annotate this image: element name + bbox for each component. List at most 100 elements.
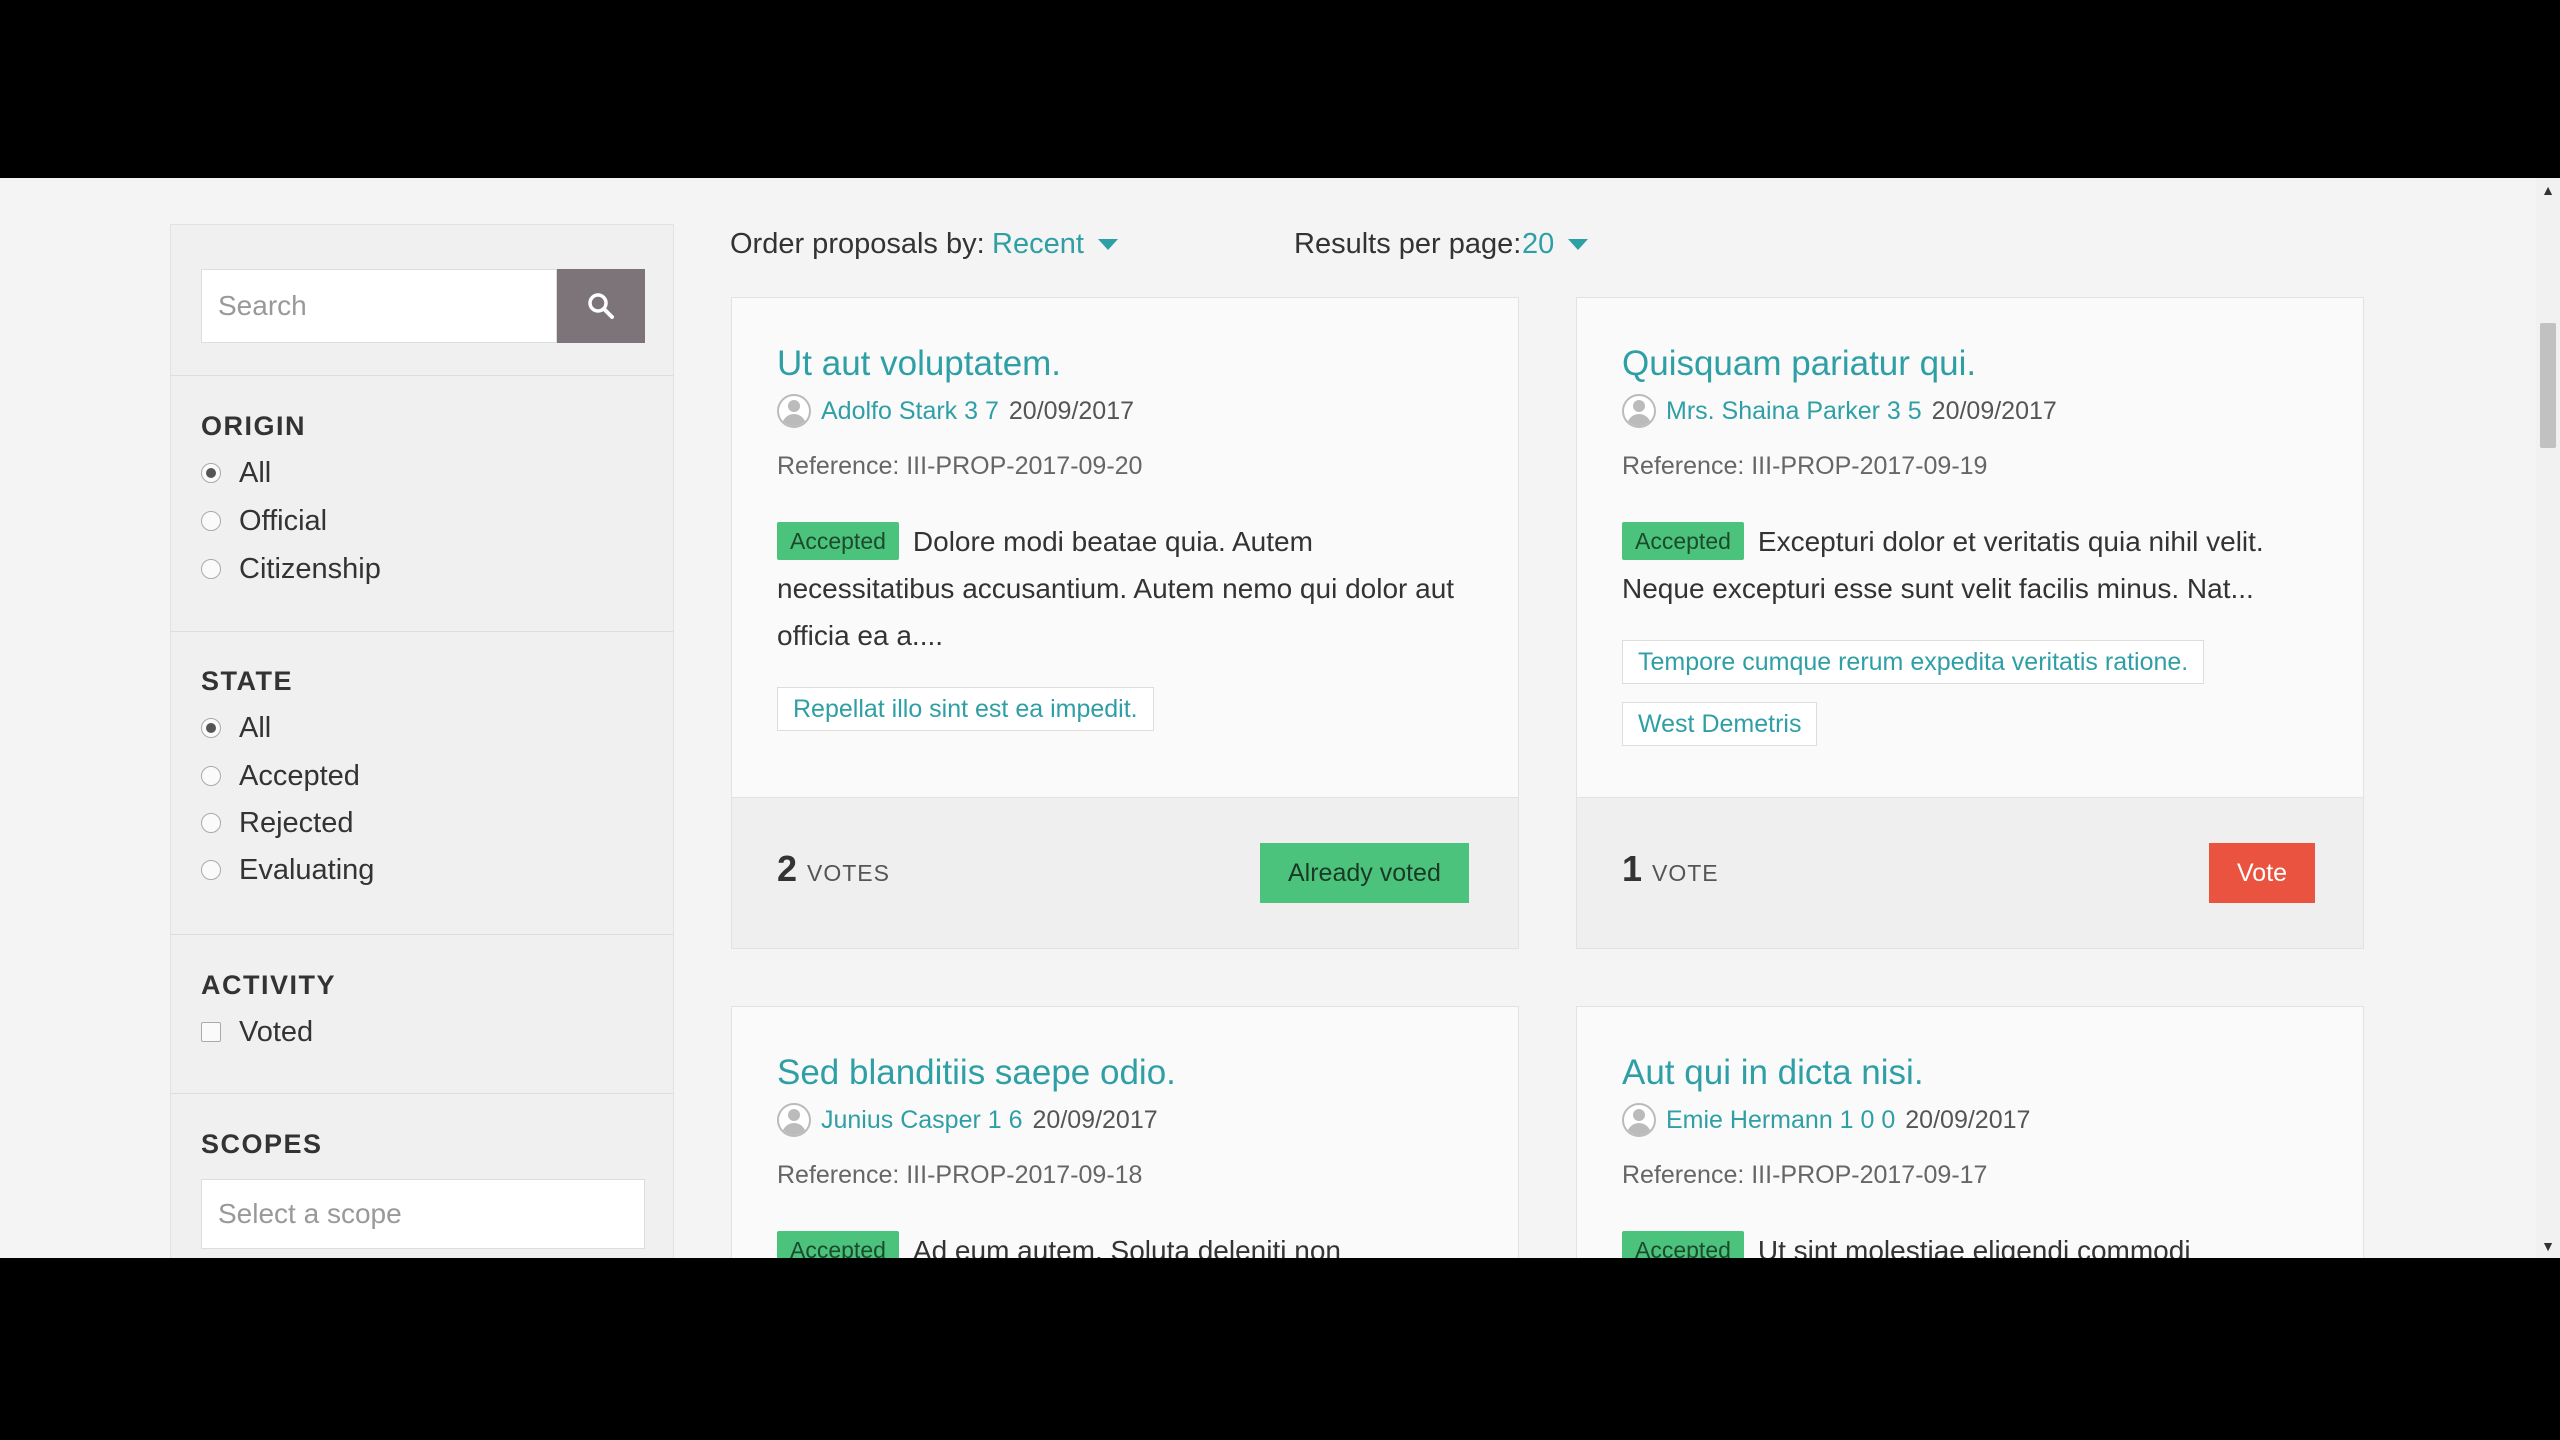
proposal-tag[interactable]: Repellat illo sint est ea impedit. xyxy=(777,687,1154,731)
radio-button[interactable] xyxy=(201,463,221,483)
proposal-tag[interactable]: West Demetris xyxy=(1622,702,1818,746)
per-page-label: Results per page: xyxy=(1294,228,1522,260)
proposal-card: Quisquam pariatur qui. Mrs. Shaina Parke… xyxy=(1576,297,2364,949)
state-option-accepted[interactable]: Accepted xyxy=(201,756,360,796)
search-form xyxy=(201,269,645,343)
proposal-reference: Reference: III-PROP-2017-09-18 xyxy=(777,1161,1143,1189)
proposal-title[interactable]: Quisquam pariatur qui. xyxy=(1622,344,1976,384)
origin-filter-title: ORIGIN xyxy=(201,411,307,441)
radio-button[interactable] xyxy=(201,813,221,833)
votes-number: 1 xyxy=(1622,848,1643,889)
scope-select[interactable]: Select a scope xyxy=(201,1179,645,1249)
radio-button[interactable] xyxy=(201,559,221,579)
state-filter-title: STATE xyxy=(201,666,293,696)
search-icon xyxy=(588,293,614,319)
author-row: Adolfo Stark 3 7 20/09/2017 xyxy=(777,394,1134,428)
search-button[interactable] xyxy=(557,269,645,343)
status-badge: Accepted xyxy=(1622,1231,1744,1258)
proposal-reference: Reference: III-PROP-2017-09-20 xyxy=(777,452,1143,480)
scroll-thumb[interactable] xyxy=(2540,323,2556,448)
caret-down-icon xyxy=(1097,239,1118,250)
author-name[interactable]: Junius Casper 1 6 xyxy=(821,1106,1023,1135)
card-footer: 2 VOTES Already voted xyxy=(732,797,1518,948)
avatar-icon xyxy=(777,1103,811,1137)
votes-number: 2 xyxy=(777,848,798,889)
author-row: Mrs. Shaina Parker 3 5 20/09/2017 xyxy=(1622,394,2057,428)
scopes-filter-title: SCOPES xyxy=(201,1129,323,1159)
arrow-down-icon[interactable]: ▼ xyxy=(2536,1234,2560,1258)
option-label: Citizenship xyxy=(239,552,381,585)
author-name[interactable]: Emie Hermann 1 0 0 xyxy=(1666,1106,1895,1135)
author-name[interactable]: Adolfo Stark 3 7 xyxy=(821,397,999,426)
state-option-all[interactable]: All xyxy=(201,708,271,748)
option-label: All xyxy=(239,711,272,744)
votes-count: 1 VOTE xyxy=(1622,848,1719,890)
proposal-reference: Reference: III-PROP-2017-09-19 xyxy=(1622,452,1988,480)
per-page-dropdown[interactable]: 20 xyxy=(1522,228,1589,261)
proposal-card: Ut aut voluptatem. Adolfo Stark 3 7 20/0… xyxy=(731,297,1519,949)
arrow-up-icon[interactable]: ▲ xyxy=(2536,178,2560,202)
proposal-tag[interactable]: Tempore cumque rerum expedita veritatis … xyxy=(1622,640,2205,684)
order-value: Recent xyxy=(992,228,1084,260)
proposal-body: Accepted Dolore modi beatae quia. Autem n… xyxy=(777,518,1482,659)
option-label: Rejected xyxy=(239,806,354,839)
author-row: Emie Hermann 1 0 0 20/09/2017 xyxy=(1622,1103,2030,1137)
activity-option-voted[interactable]: Voted xyxy=(201,1012,313,1052)
proposal-excerpt: Ad eum autem. Soluta deleniti non xyxy=(912,1235,1341,1258)
proposal-reference: Reference: III-PROP-2017-09-17 xyxy=(1622,1161,1988,1189)
votes-label: VOTE xyxy=(1652,860,1719,886)
proposal-date: 20/09/2017 xyxy=(1931,396,2057,425)
checkbox[interactable] xyxy=(201,1022,221,1042)
origin-option-official[interactable]: Official xyxy=(201,501,327,541)
divider xyxy=(171,375,673,376)
vote-button[interactable]: Vote xyxy=(2209,843,2316,903)
vertical-scrollbar[interactable]: ▲ ▼ xyxy=(2536,178,2560,1258)
option-label: Accepted xyxy=(239,759,360,792)
proposal-excerpt: Ut sint molestiae eligendi commodi xyxy=(1757,1235,2191,1258)
divider xyxy=(171,934,673,935)
search-input[interactable] xyxy=(201,269,557,343)
option-label: Official xyxy=(239,504,328,537)
radio-button[interactable] xyxy=(201,511,221,531)
status-badge: Accepted xyxy=(777,522,899,560)
votes-label: VOTES xyxy=(807,860,890,886)
state-option-rejected[interactable]: Rejected xyxy=(201,803,353,843)
author-row: Junius Casper 1 6 20/09/2017 xyxy=(777,1103,1158,1137)
proposal-body: Accepted Ad eum autem. Soluta deleniti no… xyxy=(777,1227,1482,1258)
avatar-icon xyxy=(1622,1103,1656,1137)
state-option-evaluating[interactable]: Evaluating xyxy=(201,850,374,890)
option-label: Voted xyxy=(239,1015,314,1048)
per-page-value: 20 xyxy=(1522,228,1555,260)
app-viewport: ORIGIN All Official Citizenship STATE Al… xyxy=(0,178,2560,1258)
proposal-title[interactable]: Sed blanditiis saepe odio. xyxy=(777,1053,1176,1093)
proposal-card: Aut qui in dicta nisi. Emie Hermann 1 0 … xyxy=(1576,1006,2364,1258)
proposal-body: Accepted Excepturi dolor et veritatis qui… xyxy=(1622,518,2327,612)
votes-count: 2 VOTES xyxy=(777,848,890,890)
proposal-title[interactable]: Aut qui in dicta nisi. xyxy=(1622,1053,1924,1093)
proposal-date: 20/09/2017 xyxy=(1032,1105,1158,1134)
status-badge: Accepted xyxy=(777,1231,899,1258)
proposal-date: 20/09/2017 xyxy=(1008,396,1135,425)
proposal-body: Accepted Ut sint molestiae eligendi commo… xyxy=(1622,1227,2327,1258)
order-label: Order proposals by: xyxy=(730,228,985,260)
avatar-icon xyxy=(1622,394,1656,428)
author-name[interactable]: Mrs. Shaina Parker 3 5 xyxy=(1666,397,1922,426)
card-footer: 1 VOTE Vote xyxy=(1577,797,2363,948)
divider xyxy=(171,631,673,632)
radio-button[interactable] xyxy=(201,718,221,738)
order-dropdown[interactable]: Recent xyxy=(992,228,1118,261)
already-voted-button[interactable]: Already voted xyxy=(1260,843,1469,903)
origin-option-citizenship[interactable]: Citizenship xyxy=(201,549,381,589)
divider xyxy=(171,1093,673,1094)
proposal-date: 20/09/2017 xyxy=(1905,1105,2031,1134)
avatar-icon xyxy=(777,394,811,428)
proposal-title[interactable]: Ut aut voluptatem. xyxy=(777,344,1061,384)
caret-down-icon xyxy=(1568,239,1589,250)
radio-button[interactable] xyxy=(201,766,221,786)
option-label: Evaluating xyxy=(239,853,375,886)
radio-button[interactable] xyxy=(201,860,221,880)
status-badge: Accepted xyxy=(1622,522,1744,560)
activity-filter-title: ACTIVITY xyxy=(201,970,337,1000)
origin-option-all[interactable]: All xyxy=(201,453,271,493)
option-label: All xyxy=(239,456,272,489)
